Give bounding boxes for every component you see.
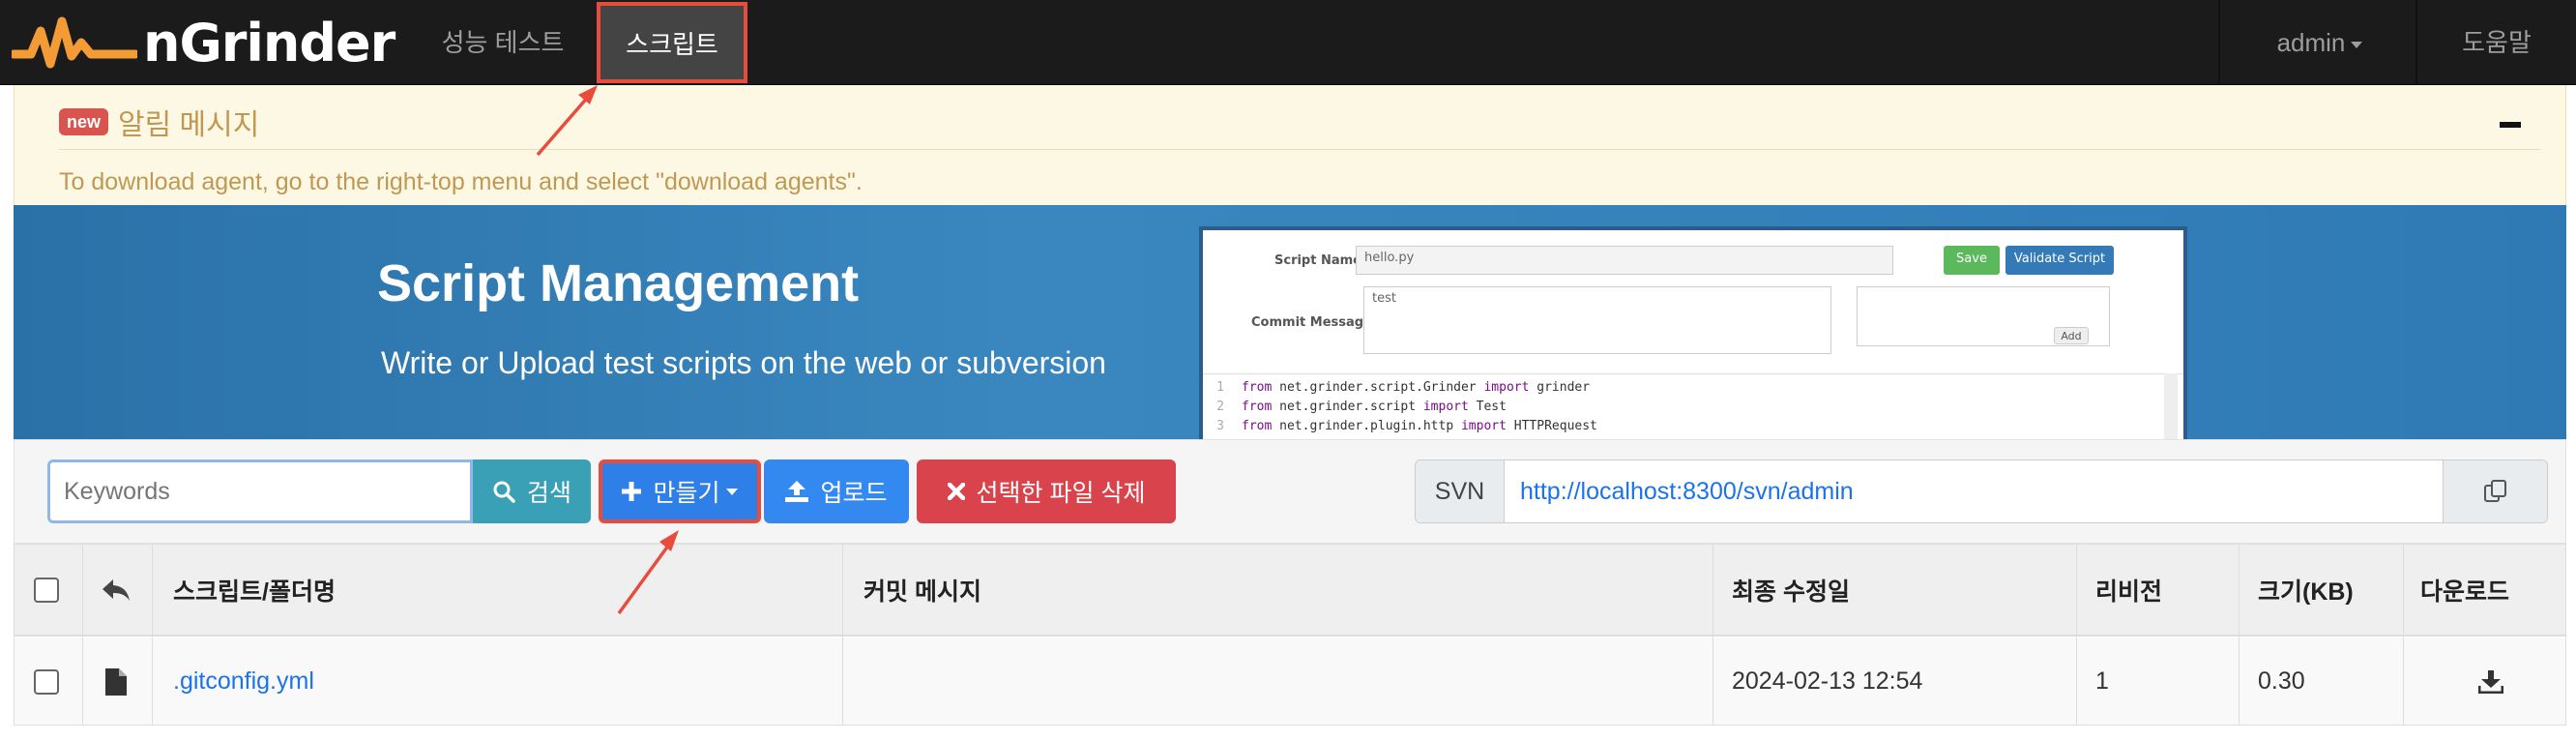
script-management-banner: Script Management Write or Upload test s…	[14, 205, 2566, 439]
code-line: 2 from net.grinder.script import Test	[1216, 400, 1507, 414]
select-all-checkbox-cell	[34, 545, 59, 635]
copy-icon	[2483, 480, 2506, 502]
column-divider	[2076, 545, 2077, 725]
delete-button-label: 선택한 파일 삭제	[976, 480, 1146, 507]
create-button-label: 만들기	[653, 480, 720, 507]
file-name-cell: .gitconfig.yml	[173, 638, 314, 725]
parent-folder-cell	[102, 545, 131, 635]
caret-down-icon	[725, 488, 738, 495]
nav-help[interactable]: 도움말	[2417, 0, 2576, 85]
file-type-cell	[105, 638, 127, 725]
notification-header: new 알림 메시지	[59, 101, 259, 143]
preview-script-name-label: Script Name	[1274, 253, 1361, 268]
table-row: .gitconfig.yml 2024-02-13 12:54 1 0.30	[15, 638, 2565, 725]
column-divider	[82, 545, 83, 725]
navbar: nGrinder 성능 테스트 스크립트 admin 도움말	[0, 0, 2576, 85]
preview-validate-button: Validate Script	[2005, 246, 2114, 275]
user-menu[interactable]: admin	[2220, 0, 2419, 85]
preview-commit-field: test	[1363, 286, 1831, 354]
user-name: admin	[2276, 28, 2346, 57]
reply-icon[interactable]	[102, 578, 131, 603]
preview-code-editor: 1 from net.grinder.script.Grinder import …	[1203, 373, 2183, 439]
collapse-icon[interactable]	[2500, 122, 2521, 128]
script-toolbar: 검색 만들기 업로드 선택한 파일 삭제 SVN http://localhos…	[14, 439, 2566, 544]
svn-url-group: SVN http://localhost:8300/svn/admin	[1415, 459, 2548, 523]
divider	[59, 149, 2540, 150]
banner-title: Script Management	[377, 254, 860, 312]
notification-message: To download agent, go to the right-top m…	[59, 168, 863, 195]
svn-label: SVN	[1416, 460, 1505, 522]
search-button[interactable]: 검색	[473, 459, 591, 523]
brand-logo[interactable]: nGrinder	[12, 8, 395, 77]
banner-subtitle: Write or Upload test scripts on the web …	[381, 345, 1106, 380]
last-modified-cell: 2024-02-13 12:54	[1732, 667, 1923, 695]
header-revision: 리비전	[2095, 578, 2163, 606]
code-line: 1 from net.grinder.script.Grinder import …	[1216, 380, 1591, 395]
new-badge: new	[59, 108, 109, 135]
remove-icon	[947, 483, 965, 500]
download-icon[interactable]	[2478, 669, 2503, 694]
brand-name: nGrinder	[143, 12, 395, 74]
row-checkbox[interactable]	[34, 668, 59, 695]
editor-preview-image: Script Name hello.py Save Validate Scrip…	[1199, 226, 2187, 439]
revision-cell: 1	[2095, 667, 2109, 695]
size-cell: 0.30	[2258, 667, 2305, 695]
preview-add-button: Add	[2054, 327, 2089, 344]
header-script-name[interactable]: 스크립트/폴더명	[173, 545, 336, 635]
upload-icon	[785, 481, 809, 502]
caret-down-icon	[2351, 41, 2363, 48]
column-divider	[1712, 545, 1713, 725]
search-input[interactable]	[47, 459, 473, 523]
script-table: 스크립트/폴더명 커밋 메시지 최종 수정일 리비전 크기(KB) 다운로드 .…	[14, 544, 2566, 726]
search-icon	[493, 481, 515, 503]
upload-button[interactable]: 업로드	[764, 459, 909, 523]
preview-commit-label: Commit Message	[1251, 315, 1372, 330]
copy-url-button[interactable]	[2443, 460, 2547, 522]
table-header-row: 스크립트/폴더명 커밋 메시지 최종 수정일 리비전 크기(KB) 다운로드	[15, 545, 2565, 637]
create-dropdown-button[interactable]: 만들기	[599, 459, 761, 523]
row-checkbox-cell	[34, 638, 59, 725]
header-last-modified[interactable]: 최종 수정일	[1732, 545, 1850, 635]
header-commit-message: 커밋 메시지	[864, 578, 981, 606]
select-all-checkbox[interactable]	[34, 577, 59, 603]
notification-title: 알림 메시지	[118, 109, 260, 141]
preview-save-button: Save	[1944, 246, 2000, 275]
nav-performance-test[interactable]: 성능 테스트	[425, 0, 580, 85]
file-icon	[105, 667, 127, 696]
file-name-link[interactable]: .gitconfig.yml	[173, 667, 314, 696]
nav-script[interactable]: 스크립트	[597, 2, 747, 83]
column-divider	[842, 545, 843, 725]
header-size[interactable]: 크기(KB)	[2258, 545, 2354, 635]
search-button-label: 검색	[526, 480, 571, 507]
preview-script-name-field: hello.py	[1356, 246, 1893, 275]
delete-selected-button[interactable]: 선택한 파일 삭제	[917, 459, 1176, 523]
upload-button-label: 업로드	[820, 480, 888, 507]
svn-url-link[interactable]: http://localhost:8300/svn/admin	[1520, 460, 1854, 522]
preview-scrollbar	[2164, 373, 2178, 439]
plus-icon	[622, 482, 642, 501]
header-download: 다운로드	[2420, 578, 2510, 606]
ngrinder-logo-icon	[12, 16, 137, 69]
column-divider	[2403, 545, 2404, 725]
notification-panel: new 알림 메시지 To download agent, go to the …	[14, 85, 2566, 205]
code-line: 3 from net.grinder.plugin.http import HTT…	[1216, 419, 1597, 433]
download-cell	[2478, 638, 2503, 725]
column-divider	[152, 545, 153, 725]
